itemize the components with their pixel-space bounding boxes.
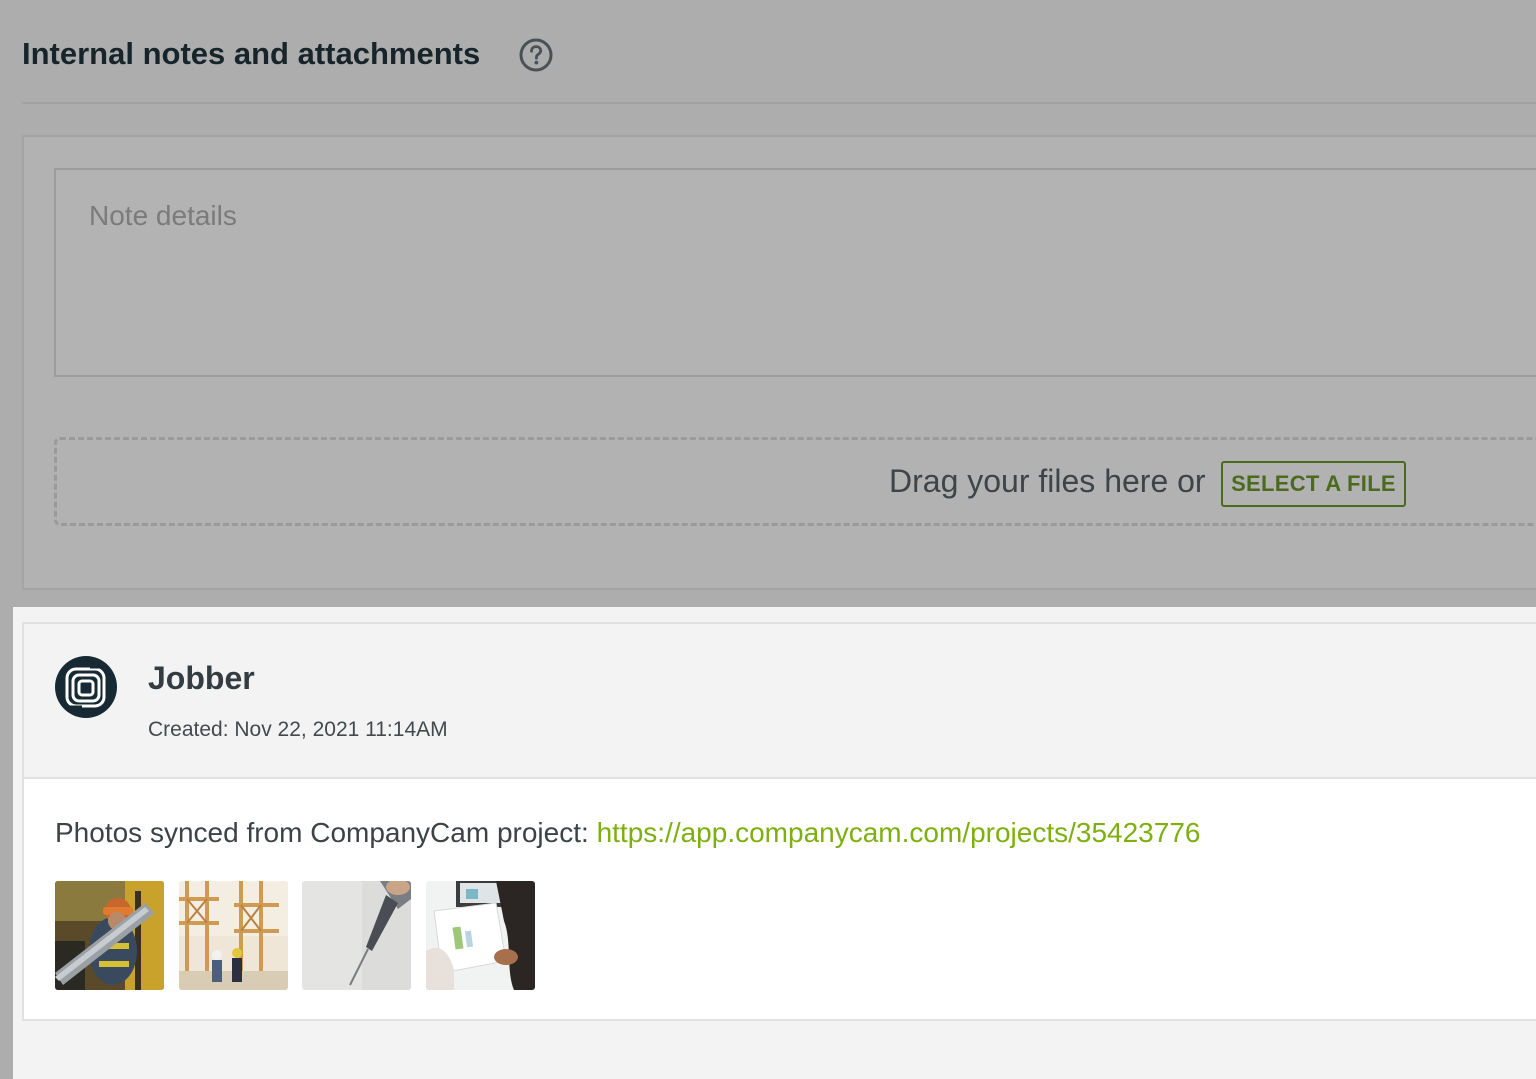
question-circle-icon[interactable] <box>519 38 553 72</box>
dimmed-overlay-edge <box>0 607 13 1079</box>
section-title: Internal notes and attachments <box>22 36 481 71</box>
note-body: Photos synced from CompanyCam project: h… <box>55 813 1200 853</box>
jobber-logo-icon <box>54 655 118 719</box>
page: Internal notes and attachments Note deta… <box>0 0 1536 1079</box>
photo-thumbnail[interactable] <box>179 881 288 990</box>
companycam-project-link[interactable]: https://app.companycam.com/projects/3542… <box>597 817 1201 848</box>
drill-on-wall-photo <box>302 881 411 990</box>
photo-thumbnail[interactable] <box>302 881 411 990</box>
photo-thumbnail[interactable] <box>55 881 164 990</box>
photo-thumbnail[interactable] <box>426 881 535 990</box>
scaffolding-site-photo <box>179 881 288 990</box>
section-divider <box>22 102 1536 104</box>
note-details-placeholder: Note details <box>89 200 237 231</box>
drop-files-text: Drag your files here or <box>889 463 1206 499</box>
dimmed-overlay: Internal notes and attachments Note deta… <box>0 0 1536 607</box>
select-file-button[interactable]: SELECT A FILE <box>1221 461 1406 507</box>
note-created-timestamp: Created: Nov 22, 2021 11:14AM <box>148 718 448 741</box>
note-author: Jobber <box>148 660 255 696</box>
note-card: Jobber Created: Nov 22, 2021 11:14AM Pho… <box>22 622 1536 1021</box>
note-card-header: Jobber Created: Nov 22, 2021 11:14AM <box>24 624 1536 779</box>
note-details-input[interactable]: Note details <box>54 168 1536 377</box>
laptop-paperwork-photo <box>426 881 535 990</box>
worker-carrying-pipe-photo <box>55 881 164 990</box>
note-body-text: Photos synced from CompanyCam project: <box>55 817 597 848</box>
